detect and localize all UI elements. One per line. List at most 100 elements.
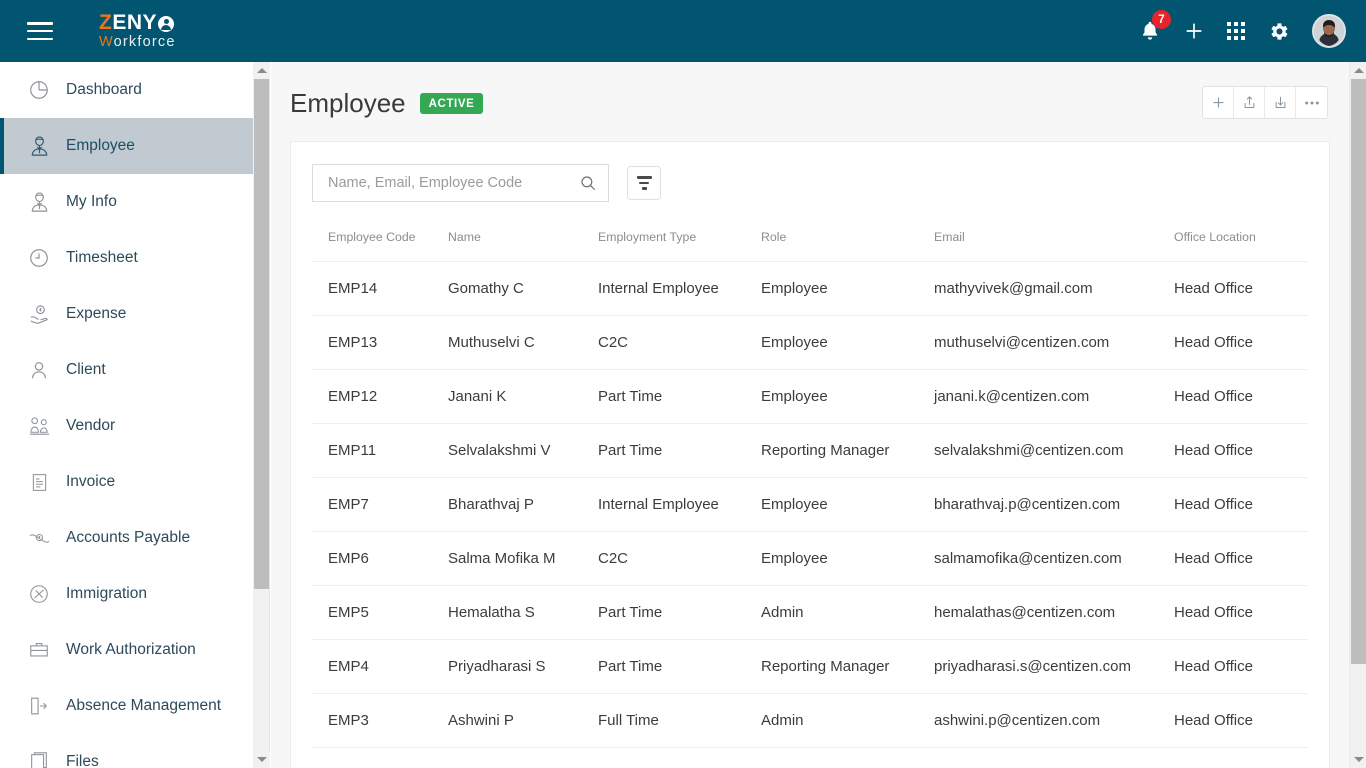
cell-email: bharathvaj.p@centizen.com [934,477,1174,532]
table-row[interactable]: EMP11 Selvalakshmi V Part Time Reporting… [312,423,1308,478]
add-new-icon[interactable] [1183,20,1205,42]
sidebar-item-client[interactable]: Client [0,342,253,398]
cell-office-location: Head Office [1174,639,1308,694]
table-row[interactable]: EMP12 Janani K Part Time Employee janani… [312,369,1308,424]
table-row[interactable]: EMP4 Priyadharasi S Part Time Reporting … [312,639,1308,694]
cell-email: salmamofika@centizen.com [934,531,1174,586]
cell-email: priyadharasi.s@centizen.com [934,639,1174,694]
sidebar-item-files[interactable]: Files [0,734,253,768]
logo-main-text: ENY [112,11,158,35]
hamburger-menu-icon[interactable] [27,22,53,40]
cell-role: Employee [761,261,934,316]
cell-email: muthuselvi@centizen.com [934,315,1174,370]
table-row[interactable]: EMP14 Gomathy C Internal Employee Employ… [312,261,1308,316]
sidebar-item-absence-management[interactable]: Absence Management [0,678,253,734]
cell-employment-type: Full Time [598,693,761,748]
filter-icon-bar-1 [636,176,652,179]
column-header-employment-type[interactable]: Employment Type [598,230,761,262]
sidebar-item-label: Invoice [66,473,116,490]
sidebar-item-dashboard[interactable]: Dashboard [0,62,253,118]
sidebar-item-immigration[interactable]: Immigration [0,566,253,622]
add-record-button[interactable] [1203,87,1234,118]
cell-name: Ashwini P [448,693,598,748]
column-header-employee-code[interactable]: Employee Code [312,230,448,262]
sidebar-item-vendor[interactable]: Vendor [0,398,253,454]
top-bar-actions: 7 [1139,0,1346,62]
cell-employee-code: EMP13 [312,315,448,370]
search-box[interactable] [312,164,609,202]
cell-email: hemalathas@centizen.com [934,585,1174,640]
cell-email: selvalakshmi@centizen.com [934,423,1174,478]
cell-name: Hemalatha S [448,585,598,640]
sidebar-item-expense[interactable]: Expense [0,286,253,342]
sidebar-item-employee[interactable]: Employee [0,118,253,174]
download-button[interactable] [1265,87,1296,118]
cell-employment-type: C2C [598,531,761,586]
cell-office-location: Head Office [1174,261,1308,316]
employee-icon [26,133,52,159]
sidebar-item-timesheet[interactable]: Timesheet [0,230,253,286]
table-row[interactable]: EMP7 Bharathvaj P Internal Employee Empl… [312,477,1308,532]
invoice-document-icon [26,469,52,495]
sidebar-item-label: Timesheet [66,249,138,266]
clock-icon [26,245,52,271]
cell-employee-code: EMP4 [312,639,448,694]
more-options-button[interactable] [1296,87,1327,118]
cell-name: Muthuselvi C [448,315,598,370]
filter-icon-bar-3 [641,187,647,190]
sidebar-item-my-info[interactable]: My Info [0,174,253,230]
column-header-email[interactable]: Email [934,230,1174,262]
main-scroll-up-icon[interactable] [1350,62,1366,79]
cell-employee-code: EMP7 [312,477,448,532]
employee-list-card: Employee Code Name Employment Type Role … [290,141,1330,768]
expense-hand-money-icon [26,301,52,327]
cell-role: Reporting Manager [761,639,934,694]
main-scrollbar[interactable] [1349,62,1366,768]
logo-accent-letter: Z [99,11,113,35]
sidebar-item-label: Vendor [66,417,116,434]
main-scroll-down-icon[interactable] [1350,751,1366,768]
search-icon[interactable] [579,174,597,192]
filter-icon-bar-2 [639,181,649,185]
cell-office-location: Head Office [1174,585,1308,640]
cell-employee-code: EMP5 [312,585,448,640]
accounts-payable-icon [26,525,52,551]
cell-employee-code: EMP6 [312,531,448,586]
cell-office-location: Head Office [1174,477,1308,532]
exit-door-icon [26,693,52,719]
sidebar-scroll-down-icon[interactable] [253,751,270,768]
sidebar-scroll-up-icon[interactable] [253,62,270,79]
settings-gear-icon[interactable] [1267,20,1290,43]
sidebar-navigation: Dashboard Employee My Info Timesheet Exp… [0,62,253,768]
sidebar-scrollbar-thumb[interactable] [254,79,269,589]
sidebar-item-work-authorization[interactable]: Work Authorization [0,622,253,678]
main-scrollbar-thumb[interactable] [1351,79,1366,664]
table-row[interactable]: EMP6 Salma Mofika M C2C Employee salmamo… [312,531,1308,586]
filter-button[interactable] [627,166,661,200]
column-header-office-location[interactable]: Office Location [1174,230,1308,262]
sidebar-scrollbar[interactable] [253,62,270,768]
cell-role: Employee [761,477,934,532]
search-row [291,142,1329,202]
cell-role: Reporting Manager [761,423,934,478]
sidebar-item-label: Expense [66,305,127,322]
user-avatar[interactable] [1312,14,1346,48]
table-row[interactable]: EMP5 Hemalatha S Part Time Admin hemalat… [312,585,1308,640]
upload-button[interactable] [1234,87,1265,118]
column-header-role[interactable]: Role [761,230,934,262]
sidebar-item-accounts-payable[interactable]: Accounts Payable [0,510,253,566]
sidebar-item-invoice[interactable]: Invoice [0,454,253,510]
employee-table: Employee Code Name Employment Type Role … [312,230,1308,748]
cell-employee-code: EMP3 [312,693,448,748]
sidebar-item-label: Absence Management [66,697,222,714]
table-row[interactable]: EMP3 Ashwini P Full Time Admin ashwini.p… [312,693,1308,748]
sidebar-item-label: Dashboard [66,81,142,98]
apps-grid-icon[interactable] [1227,22,1245,40]
logo-sub-accent-letter: W [99,34,114,51]
cell-role: Employee [761,369,934,424]
table-row[interactable]: EMP13 Muthuselvi C C2C Employee muthusel… [312,315,1308,370]
cell-employment-type: Internal Employee [598,477,761,532]
search-input[interactable] [326,174,579,192]
notifications-bell-icon[interactable]: 7 [1139,10,1171,43]
column-header-name[interactable]: Name [448,230,598,262]
